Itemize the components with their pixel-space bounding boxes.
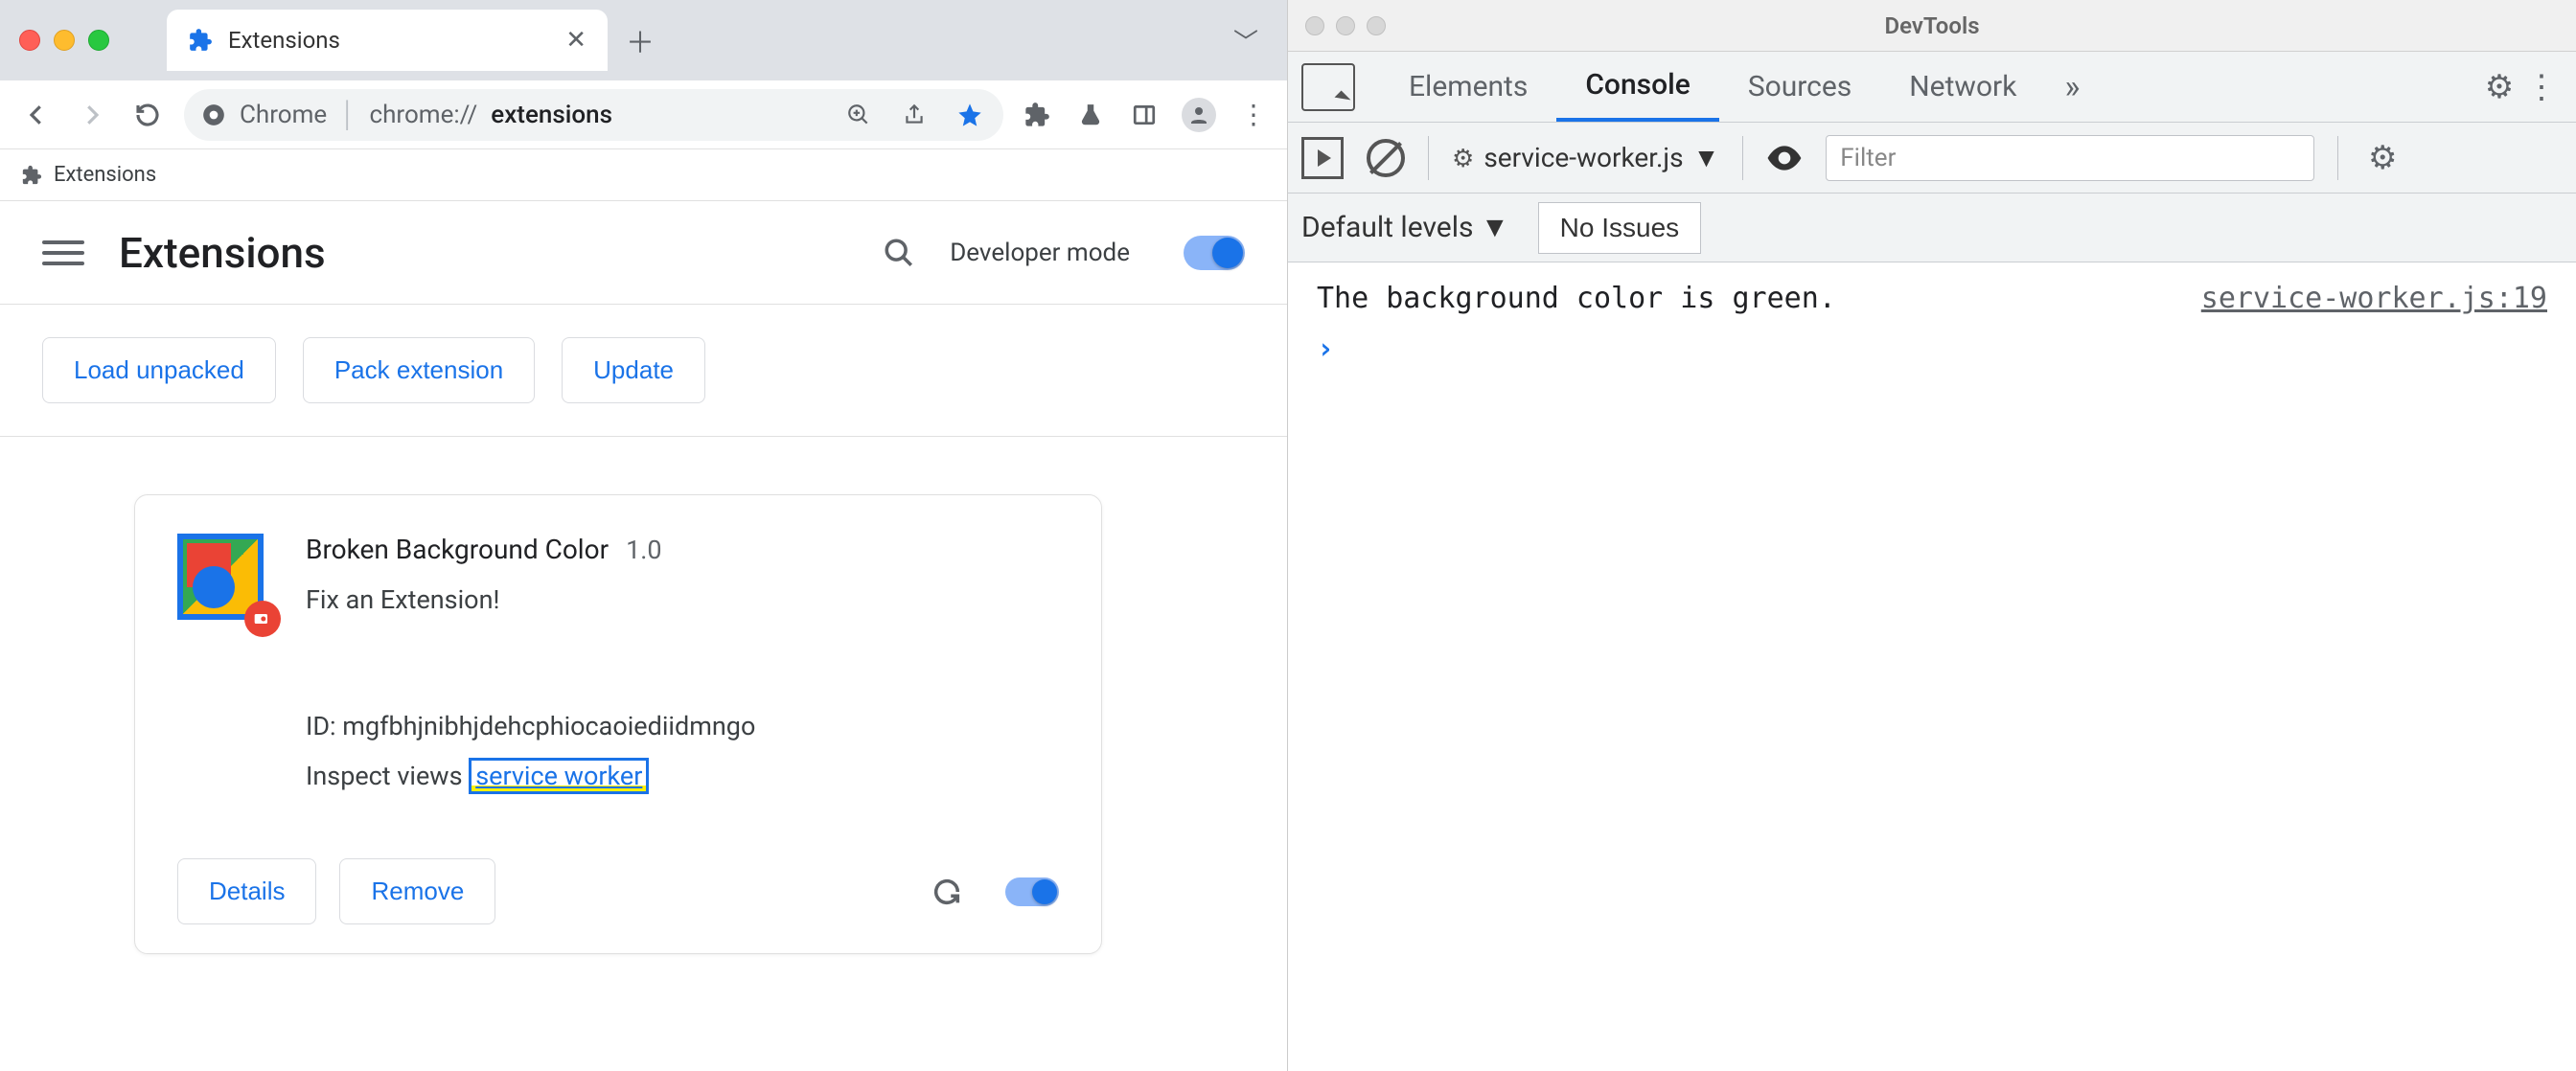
inspect-views-label: Inspect views bbox=[306, 761, 469, 791]
minimize-window-button[interactable] bbox=[54, 30, 75, 51]
chrome-window: Extensions ✕ ＋ ﹀ Chrome │ chrome:// exten… bbox=[0, 0, 1288, 1071]
filter-input[interactable]: Filter bbox=[1826, 135, 2314, 181]
context-label: service-worker.js bbox=[1484, 142, 1683, 173]
levels-label: Default levels bbox=[1301, 211, 1473, 244]
tab-title: Extensions bbox=[228, 27, 340, 54]
devtools-tab-bar: Elements Console Sources Network » ⚙ ⋮ bbox=[1288, 52, 2576, 123]
console-prompt[interactable]: › bbox=[1307, 321, 2557, 377]
new-tab-button[interactable]: ＋ bbox=[617, 17, 663, 63]
live-expression-icon[interactable] bbox=[1766, 146, 1803, 171]
extension-card: Broken Background Color 1.0 Fix an Exten… bbox=[134, 494, 1102, 954]
context-selector[interactable]: service-worker.js ▼ bbox=[1452, 142, 1719, 173]
dropdown-triangle-icon: ▼ bbox=[1481, 211, 1509, 244]
extension-id: ID: mgfbhjnibhjdehcphiocaoiediidmngo bbox=[306, 711, 1059, 741]
log-source-link[interactable]: service-worker.js:19 bbox=[2201, 282, 2547, 315]
prompt-chevron-icon: › bbox=[1317, 332, 1334, 366]
browser-toolbar: Chrome │ chrome:// extensions ⋮ bbox=[0, 80, 1287, 149]
tab-sources[interactable]: Sources bbox=[1719, 52, 1880, 122]
tab-strip: Extensions ✕ ＋ ﹀ bbox=[0, 0, 1287, 80]
omnibox-prefix: Chrome bbox=[240, 101, 327, 129]
omnibox-actions bbox=[842, 99, 986, 131]
extension-name: Broken Background Color bbox=[306, 534, 609, 565]
window-controls bbox=[19, 30, 109, 51]
maximize-window-button[interactable] bbox=[88, 30, 109, 51]
console-settings-icon[interactable]: ⚙ bbox=[2361, 137, 2404, 179]
extension-app-icon bbox=[177, 534, 273, 629]
devtools-window: DevTools Elements Console Sources Networ… bbox=[1288, 0, 2576, 1071]
browser-tab[interactable]: Extensions ✕ bbox=[167, 10, 608, 71]
load-unpacked-button[interactable]: Load unpacked bbox=[42, 337, 276, 403]
console-toolbar: service-worker.js ▼ Filter ⚙ bbox=[1288, 123, 2576, 194]
error-badge-icon bbox=[244, 601, 281, 637]
extension-description: Fix an Extension! bbox=[306, 584, 1059, 615]
bookmark-item[interactable]: Extensions bbox=[54, 163, 156, 187]
log-levels-selector[interactable]: Default levels ▼ bbox=[1301, 211, 1509, 244]
extensions-list: Broken Background Color 1.0 Fix an Exten… bbox=[0, 437, 1287, 1012]
devtools-menu-icon[interactable]: ⋮ bbox=[2520, 66, 2563, 108]
close-window-button[interactable] bbox=[19, 30, 40, 51]
service-worker-link[interactable]: service worker bbox=[469, 758, 649, 794]
tab-network[interactable]: Network bbox=[1880, 52, 2045, 122]
more-tabs-icon[interactable]: » bbox=[2045, 68, 2099, 106]
reload-extension-icon[interactable] bbox=[931, 876, 963, 908]
log-entry: The background color is green. service-w… bbox=[1307, 276, 2557, 321]
extension-puzzle-icon bbox=[188, 28, 213, 53]
update-button[interactable]: Update bbox=[562, 337, 705, 403]
extension-enable-toggle[interactable] bbox=[1005, 877, 1059, 906]
tab-elements[interactable]: Elements bbox=[1380, 52, 1556, 122]
window-controls bbox=[1305, 16, 1386, 35]
reload-button[interactable] bbox=[128, 96, 167, 134]
zoom-icon[interactable] bbox=[842, 99, 875, 131]
close-window-button[interactable] bbox=[1305, 16, 1324, 35]
maximize-window-button[interactable] bbox=[1367, 16, 1386, 35]
forward-button[interactable] bbox=[73, 96, 111, 134]
details-button[interactable]: Details bbox=[177, 858, 316, 924]
bookmark-bar: Extensions bbox=[0, 149, 1287, 201]
developer-mode-label: Developer mode bbox=[950, 239, 1130, 267]
dropdown-triangle-icon: ▼ bbox=[1693, 142, 1720, 173]
developer-buttons: Load unpacked Pack extension Update bbox=[0, 305, 1287, 437]
console-output: The background color is green. service-w… bbox=[1288, 262, 2576, 1071]
extensions-header: Extensions Developer mode bbox=[0, 201, 1287, 305]
share-icon[interactable] bbox=[898, 99, 931, 131]
inspect-element-icon[interactable] bbox=[1301, 63, 1355, 111]
omnibox-separator: │ bbox=[340, 100, 356, 129]
extension-version: 1.0 bbox=[626, 535, 661, 565]
toolbar-right: ⋮ bbox=[1021, 98, 1270, 132]
devtools-titlebar: DevTools bbox=[1288, 0, 2576, 52]
issues-button[interactable]: No Issues bbox=[1538, 202, 1702, 254]
filter-placeholder: Filter bbox=[1840, 144, 1896, 172]
omnibox-url-plain: chrome:// bbox=[369, 101, 477, 129]
execution-context-icon[interactable] bbox=[1301, 137, 1344, 179]
minimize-window-button[interactable] bbox=[1336, 16, 1355, 35]
menu-icon[interactable] bbox=[42, 232, 84, 274]
pack-extension-button[interactable]: Pack extension bbox=[303, 337, 535, 403]
side-panel-icon[interactable] bbox=[1128, 99, 1161, 131]
remove-button[interactable]: Remove bbox=[339, 858, 495, 924]
back-button[interactable] bbox=[17, 96, 56, 134]
clear-console-icon[interactable] bbox=[1367, 139, 1405, 177]
devtools-title: DevTools bbox=[1884, 12, 1979, 39]
gear-icon bbox=[1452, 142, 1474, 173]
bookmark-star-icon[interactable] bbox=[954, 99, 986, 131]
extension-puzzle-icon bbox=[21, 165, 42, 186]
page-title: Extensions bbox=[119, 228, 326, 278]
tabs-dropdown-button[interactable]: ﹀ bbox=[1233, 23, 1268, 58]
profile-avatar[interactable] bbox=[1182, 98, 1216, 132]
chrome-menu-icon[interactable]: ⋮ bbox=[1237, 99, 1270, 131]
labs-icon[interactable] bbox=[1074, 99, 1107, 131]
console-toolbar-2: Default levels ▼ No Issues bbox=[1288, 194, 2576, 262]
address-bar[interactable]: Chrome │ chrome:// extensions bbox=[184, 89, 1003, 141]
developer-mode-toggle[interactable] bbox=[1184, 236, 1245, 270]
inspect-views-row: Inspect views service worker bbox=[306, 761, 1059, 791]
chrome-logo-icon bbox=[201, 103, 226, 127]
search-icon[interactable] bbox=[883, 237, 915, 269]
settings-gear-icon[interactable]: ⚙ bbox=[2478, 66, 2520, 108]
log-message: The background color is green. bbox=[1317, 282, 1836, 315]
extensions-toolbar-icon[interactable] bbox=[1021, 99, 1053, 131]
close-tab-button[interactable]: ✕ bbox=[565, 26, 586, 55]
tab-console[interactable]: Console bbox=[1556, 52, 1718, 122]
omnibox-url-bold: extensions bbox=[491, 101, 612, 129]
